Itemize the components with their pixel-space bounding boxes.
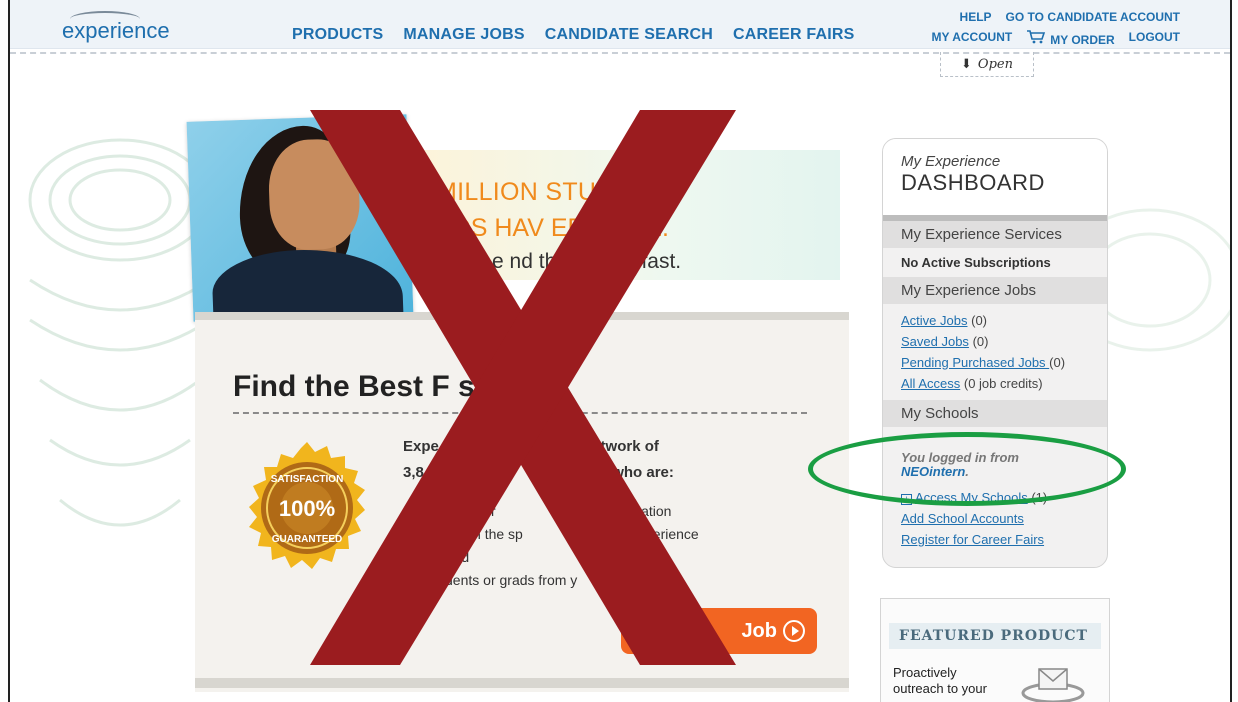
my-account-link[interactable]: MY ACCOUNT xyxy=(932,30,1013,47)
find-best-fit-panel: Find the Best F st. 100% SATISFACTION GU… xyxy=(195,312,849,692)
saved-jobs-count: (0) xyxy=(972,334,989,349)
schools-header: My Schools xyxy=(883,400,1107,427)
benefit-item: I ted in your function or location xyxy=(403,503,672,519)
experience-logo[interactable]: experience xyxy=(62,18,170,44)
hero-headline-line2: ADS HAV ERIENCE. xyxy=(436,214,669,242)
featured-product-text: Proactively outreach to your xyxy=(893,665,987,696)
jobs-header: My Experience Jobs xyxy=(883,277,1107,304)
benefit-item: ified with the sp and work experience xyxy=(403,526,699,542)
top-navigation-bar: experience PRODUCTS MANAGE JOBS CANDIDAT… xyxy=(10,0,1230,49)
down-arrow-icon: ⬇ xyxy=(961,56,972,72)
all-access-link[interactable]: All Access xyxy=(901,376,960,391)
main-nav: PRODUCTS MANAGE JOBS CANDIDATE SEARCH CA… xyxy=(292,26,855,44)
job-credits: (0 job credits) xyxy=(963,376,1043,391)
my-order-label: MY ORDER xyxy=(1050,33,1115,47)
pitch-line-1: Expe our entire network of xyxy=(403,438,659,455)
nav-manage-jobs[interactable]: MANAGE JOBS xyxy=(403,26,524,44)
benefit-item: students or grads from y schools xyxy=(403,572,676,588)
add-school-accounts-link[interactable]: Add School Accounts xyxy=(901,508,1089,529)
help-link[interactable]: HELP xyxy=(960,10,992,24)
nav-products[interactable]: PRODUCTS xyxy=(292,26,383,44)
go-to-candidate-account-link[interactable]: GO TO CANDIDATE ACCOUNT xyxy=(1006,10,1180,24)
pitch-line-2: 3,8 ls to ndidates who are: xyxy=(403,464,674,481)
post-job-button[interactable]: Job xyxy=(621,608,817,654)
browser-frame: experience PRODUCTS MANAGE JOBS CANDIDAT… xyxy=(8,0,1232,702)
badge-bottom-text: GUARANTEED xyxy=(272,534,343,545)
benefit-item: u need xyxy=(403,549,470,565)
cart-icon xyxy=(1026,30,1046,47)
dashboard-title: DASHBOARD xyxy=(901,170,1045,195)
nav-candidate-search[interactable]: CANDIDATE SEARCH xyxy=(545,26,713,44)
logout-link[interactable]: LOGOUT xyxy=(1129,30,1180,47)
play-arrow-icon xyxy=(783,620,805,642)
badge-top-text: SATISFACTION xyxy=(271,474,344,485)
find-best-fit-title: Find the Best F st. xyxy=(233,370,494,403)
featured-product-header: FEATURED PRODUCT xyxy=(889,623,1101,649)
hero-banner: MILLION STU S AND ADS HAV ERIENCE. ake i… xyxy=(180,114,846,328)
satisfaction-guaranteed-badge: 100% SATISFACTION GUARANTEED xyxy=(249,442,365,569)
featured-product-box: FEATURED PRODUCT Proactively outreach to… xyxy=(880,598,1110,702)
title-divider xyxy=(233,412,807,414)
register-career-fairs-link[interactable]: Register for Career Fairs xyxy=(901,529,1089,550)
badge-value: 100% xyxy=(279,496,335,521)
hero-tagline: ake it e nd the best fit fast. xyxy=(436,250,682,273)
active-jobs-link[interactable]: Active Jobs xyxy=(901,313,967,328)
my-order-link[interactable]: MY ORDER xyxy=(1026,30,1115,47)
nav-career-fairs[interactable]: CAREER FAIRS xyxy=(733,26,855,44)
green-highlight-oval xyxy=(808,432,1126,506)
benefit-list: I ted in your function or location ified… xyxy=(403,500,803,592)
jobs-list: Active Jobs (0) Saved Jobs (0) Pending P… xyxy=(883,304,1107,400)
open-tab-label: Open xyxy=(977,56,1013,72)
utility-nav: HELP GO TO CANDIDATE ACCOUNT MY ACCOUNT … xyxy=(932,10,1180,53)
header-divider xyxy=(10,52,1230,54)
pitch-text: Expe our entire network of 3,8 ls to ndi… xyxy=(403,434,803,486)
panel-bottom-border xyxy=(195,678,849,688)
hero-headline-line1: MILLION STU S AND xyxy=(436,178,681,206)
hero-photo xyxy=(186,114,414,322)
services-header: My Experience Services xyxy=(883,221,1107,248)
open-tab[interactable]: ⬇ Open xyxy=(940,52,1034,77)
dashboard-subtitle: My Experience xyxy=(901,153,1001,170)
no-subscriptions-text: No Active Subscriptions xyxy=(901,255,1051,270)
dashboard-header: My Experience DASHBOARD xyxy=(883,139,1107,215)
post-job-label: Job xyxy=(741,619,777,642)
email-icon xyxy=(1021,668,1085,702)
saved-jobs-link[interactable]: Saved Jobs xyxy=(901,334,969,349)
pending-purchased-jobs-link[interactable]: Pending Purchased Jobs xyxy=(901,355,1049,370)
active-jobs-count: (0) xyxy=(971,313,987,328)
pending-jobs-count: (0) xyxy=(1049,355,1066,370)
